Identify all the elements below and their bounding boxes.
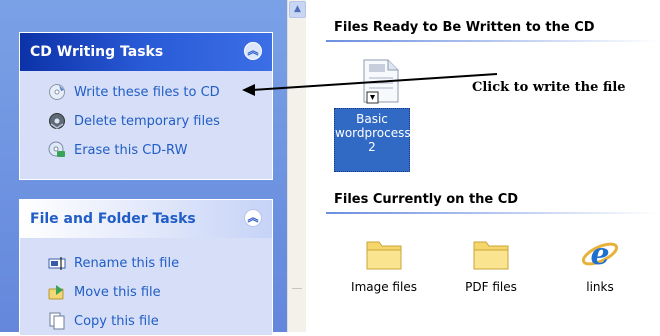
annotation-arrow [242,73,498,96]
